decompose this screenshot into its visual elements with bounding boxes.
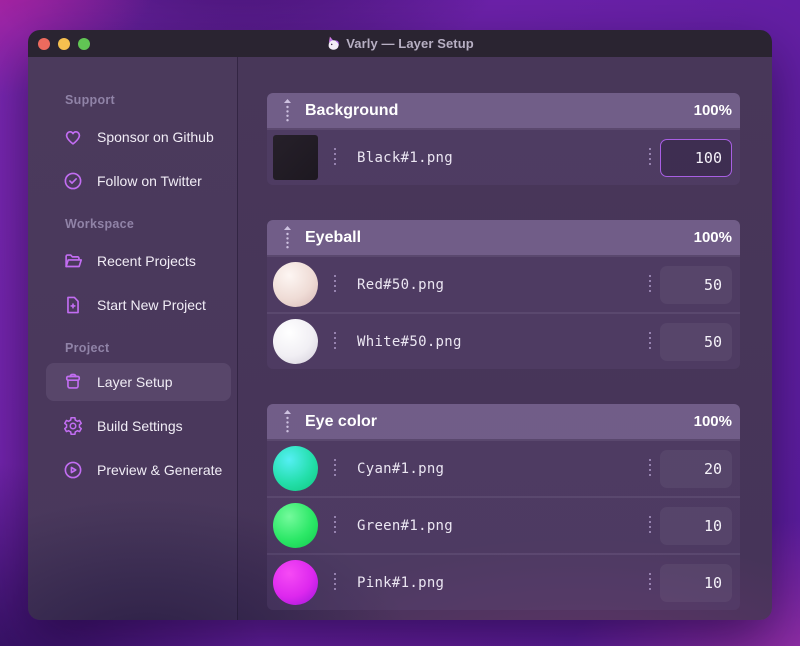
layer-weight-input[interactable] xyxy=(660,506,732,545)
layer-thumbnail xyxy=(273,560,318,605)
divider-dots xyxy=(334,515,336,536)
gear-icon xyxy=(62,415,84,437)
layer-thumbnail xyxy=(273,446,318,491)
sidebar-item-label: Preview & Generate xyxy=(97,462,223,478)
sidebar-item-label: Build Settings xyxy=(97,418,183,434)
sidebar-item-label: Layer Setup xyxy=(97,374,173,390)
divider-dots xyxy=(649,458,651,479)
unicorn-icon xyxy=(326,36,341,51)
check-badge-icon xyxy=(62,170,84,192)
play-circle-icon xyxy=(62,459,84,481)
window-body: Support Sponsor on Github Follow on Twit… xyxy=(28,57,772,620)
folder-open-icon xyxy=(62,250,84,272)
window-title-text: Varly — Layer Setup xyxy=(346,36,474,51)
sidebar-item-label: Start New Project xyxy=(97,297,206,313)
section-label: Workspace xyxy=(65,217,135,231)
file-plus-icon xyxy=(62,294,84,316)
layer-group-title: Eye color xyxy=(305,412,378,430)
sidebar-section-project: Project Layer Setup Build Settings Previ… xyxy=(46,341,237,492)
layer-group-opacity: 100% xyxy=(693,102,732,119)
divider-dots xyxy=(649,274,651,295)
sidebar: Support Sponsor on Github Follow on Twit… xyxy=(28,57,238,620)
layer-weight-input[interactable] xyxy=(660,449,732,488)
sidebar-item-start-new-project[interactable]: Start New Project xyxy=(62,283,237,327)
heart-icon xyxy=(62,126,84,148)
layer-filename: Cyan#1.png xyxy=(357,460,445,477)
divider-dots xyxy=(649,515,651,536)
layer-group-eyeball: Eyeball 100% Red#50.png White#50.png xyxy=(267,220,740,369)
divider-dots xyxy=(649,147,651,168)
layer-weight-input[interactable] xyxy=(660,265,732,304)
layer-weight-input[interactable] xyxy=(660,563,732,602)
layer-group-header: Eyeball 100% xyxy=(267,220,740,255)
divider-dots xyxy=(649,331,651,352)
layer-row: Pink#1.png xyxy=(267,555,740,610)
layer-row: White#50.png xyxy=(267,314,740,369)
window-title: Varly — Layer Setup xyxy=(28,30,772,57)
layer-group-background: Background 100% Black#1.png xyxy=(267,93,740,185)
layer-weight-input[interactable] xyxy=(660,138,732,177)
sidebar-section-workspace: Workspace Recent Projects Start New Proj… xyxy=(62,217,237,327)
layer-group-eye-color: Eye color 100% Cyan#1.png Green#1.png xyxy=(267,404,740,610)
layer-group-title: Eyeball xyxy=(305,228,362,246)
layer-setup-panel: Background 100% Black#1.png 100 Eyeball … xyxy=(238,57,772,620)
section-label: Support xyxy=(65,93,116,107)
sidebar-item-recent-projects[interactable]: Recent Projects xyxy=(62,239,237,283)
layer-filename: White#50.png xyxy=(357,333,462,350)
layer-group-opacity: 100% xyxy=(693,229,732,246)
layer-thumbnail xyxy=(273,135,318,180)
drag-handle-icon[interactable] xyxy=(283,225,292,250)
drag-handle-icon[interactable] xyxy=(283,409,292,434)
desktop-wallpaper: Varly — Layer Setup Support Sponsor on G… xyxy=(0,0,800,646)
layer-row: Green#1.png xyxy=(267,498,740,553)
sidebar-item-label: Follow on Twitter xyxy=(97,173,202,189)
layer-row: Black#1.png xyxy=(267,130,740,185)
section-label: Project xyxy=(65,341,110,355)
sidebar-item-label: Recent Projects xyxy=(97,253,196,269)
layer-group-header: Eye color 100% xyxy=(267,404,740,439)
divider-dots xyxy=(334,572,336,593)
sidebar-section-support: Support Sponsor on Github Follow on Twit… xyxy=(62,93,237,203)
sidebar-item-layer-setup[interactable]: Layer Setup xyxy=(46,363,231,401)
layer-filename: Green#1.png xyxy=(357,517,454,534)
layer-group-header: Background 100% xyxy=(267,93,740,128)
layer-row: Cyan#1.png xyxy=(267,441,740,496)
layer-group-opacity: 100% xyxy=(693,413,732,430)
layer-filename: Red#50.png xyxy=(357,276,445,293)
drag-handle-icon[interactable] xyxy=(283,98,292,123)
archive-box-icon xyxy=(62,371,84,393)
layer-filename: Black#1.png xyxy=(357,149,454,166)
sidebar-item-preview-generate[interactable]: Preview & Generate xyxy=(62,448,237,492)
titlebar[interactable]: Varly — Layer Setup xyxy=(28,30,772,57)
sidebar-item-sponsor-on-github[interactable]: Sponsor on Github xyxy=(62,115,237,159)
divider-dots xyxy=(334,458,336,479)
sidebar-item-build-settings[interactable]: Build Settings xyxy=(62,404,237,448)
divider-dots xyxy=(649,572,651,593)
layer-thumbnail xyxy=(273,319,318,364)
sidebar-item-label: Sponsor on Github xyxy=(97,129,214,145)
layer-weight-input[interactable] xyxy=(660,322,732,361)
sidebar-item-follow-on-twitter[interactable]: Follow on Twitter xyxy=(62,159,237,203)
divider-dots xyxy=(334,147,336,168)
layer-filename: Pink#1.png xyxy=(357,574,445,591)
app-window: Varly — Layer Setup Support Sponsor on G… xyxy=(28,30,772,620)
layer-row: Red#50.png xyxy=(267,257,740,312)
layer-group-title: Background xyxy=(305,101,399,119)
layer-thumbnail xyxy=(273,262,318,307)
divider-dots xyxy=(334,274,336,295)
divider-dots xyxy=(334,331,336,352)
layer-thumbnail xyxy=(273,503,318,548)
